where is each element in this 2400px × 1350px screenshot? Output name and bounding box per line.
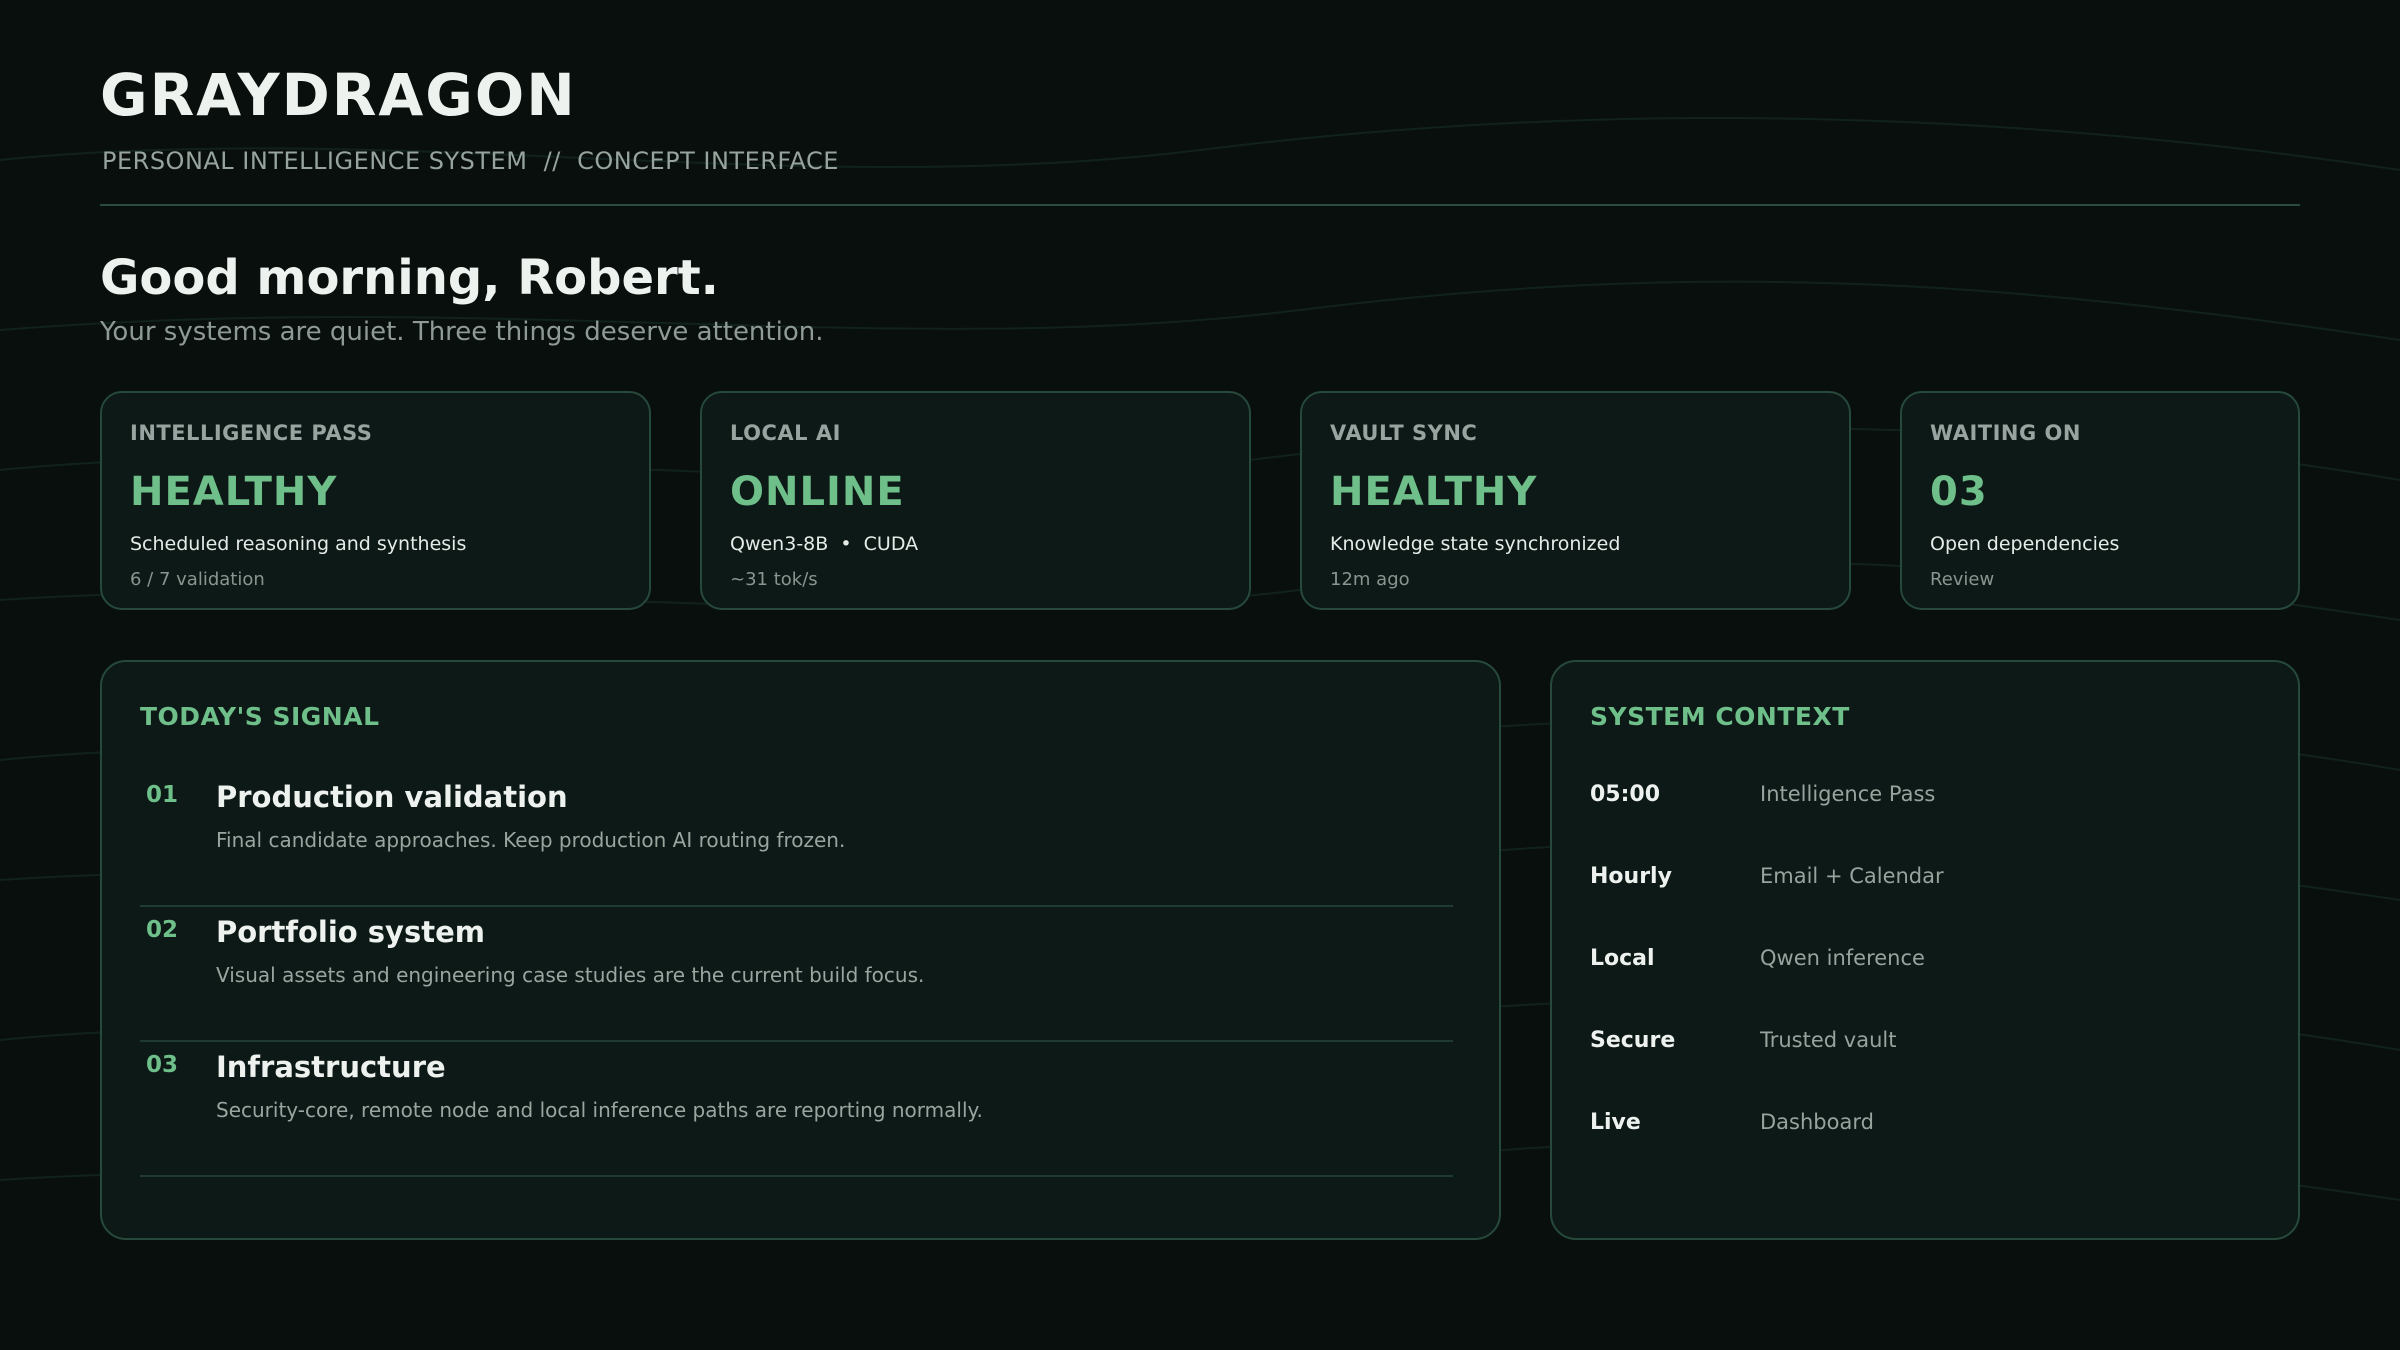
card-meta: ~31 tok/s <box>730 569 818 590</box>
context-row: 05:00 Intelligence Pass <box>1590 782 2270 822</box>
card-status: ONLINE <box>730 469 905 515</box>
context-key: Live <box>1590 1110 1641 1135</box>
card-label: LOCAL AI <box>730 421 841 445</box>
card-status: HEALTHY <box>130 469 338 515</box>
status-card-waiting-on[interactable]: WAITING ON 03 Open dependencies Review <box>1900 391 2300 610</box>
status-card-vault-sync[interactable]: VAULT SYNC HEALTHY Knowledge state synch… <box>1300 391 1851 610</box>
card-meta: 6 / 7 validation <box>130 569 265 590</box>
card-label: VAULT SYNC <box>1330 421 1478 445</box>
panel-title: TODAY'S SIGNAL <box>140 702 380 731</box>
signal-item[interactable]: 03 Infrastructure Security-core, remote … <box>140 1042 1453 1177</box>
context-key: 05:00 <box>1590 782 1661 807</box>
signal-title: Portfolio system <box>216 915 485 949</box>
card-description: Qwen3-8B • CUDA <box>730 533 919 555</box>
card-description: Scheduled reasoning and synthesis <box>130 533 467 555</box>
brand-title: GRAYDRAGON <box>100 61 577 129</box>
header-divider <box>100 204 2300 206</box>
context-key: Local <box>1590 946 1655 971</box>
todays-signal-panel: TODAY'S SIGNAL 01 Production validation … <box>100 660 1501 1240</box>
card-label: WAITING ON <box>1930 421 2081 445</box>
greeting-title: Good morning, Robert. <box>100 250 719 306</box>
signal-title: Production validation <box>216 780 568 814</box>
greeting-subtitle: Your systems are quiet. Three things des… <box>100 317 824 347</box>
card-meta: 12m ago <box>1330 569 1410 590</box>
status-card-intelligence-pass[interactable]: INTELLIGENCE PASS HEALTHY Scheduled reas… <box>100 391 651 610</box>
card-description: Knowledge state synchronized <box>1330 533 1621 555</box>
signal-description: Final candidate approaches. Keep product… <box>216 828 846 852</box>
context-value: Intelligence Pass <box>1760 782 1936 806</box>
context-key: Secure <box>1590 1028 1676 1053</box>
context-row: Local Qwen inference <box>1590 946 2270 986</box>
context-value: Dashboard <box>1760 1110 1874 1134</box>
signal-description: Visual assets and engineering case studi… <box>216 963 925 987</box>
signal-item[interactable]: 02 Portfolio system Visual assets and en… <box>140 907 1453 1042</box>
context-row: Secure Trusted vault <box>1590 1028 2270 1068</box>
brand-tagline: PERSONAL INTELLIGENCE SYSTEM // CONCEPT … <box>102 147 839 175</box>
signal-number: 03 <box>146 1052 179 1078</box>
context-value: Email + Calendar <box>1760 864 1944 888</box>
context-value: Trusted vault <box>1760 1028 1897 1052</box>
panel-title: SYSTEM CONTEXT <box>1590 702 1850 731</box>
card-description: Open dependencies <box>1930 533 2120 555</box>
context-row: Hourly Email + Calendar <box>1590 864 2270 904</box>
context-key: Hourly <box>1590 864 1672 889</box>
system-context-panel: SYSTEM CONTEXT 05:00 Intelligence Pass H… <box>1550 660 2300 1240</box>
context-value: Qwen inference <box>1760 946 1925 970</box>
signal-description: Security-core, remote node and local inf… <box>216 1098 983 1122</box>
status-card-local-ai[interactable]: LOCAL AI ONLINE Qwen3-8B • CUDA ~31 tok/… <box>700 391 1251 610</box>
signal-item[interactable]: 01 Production validation Final candidate… <box>140 772 1453 907</box>
card-label: INTELLIGENCE PASS <box>130 421 373 445</box>
card-status: HEALTHY <box>1330 469 1538 515</box>
context-row: Live Dashboard <box>1590 1110 2270 1150</box>
card-meta: Review <box>1930 569 1995 590</box>
card-status: 03 <box>1930 469 1988 515</box>
signal-number: 02 <box>146 917 179 943</box>
signal-title: Infrastructure <box>216 1050 446 1084</box>
dashboard-page: GRAYDRAGON PERSONAL INTELLIGENCE SYSTEM … <box>0 0 2400 1350</box>
signal-number: 01 <box>146 782 179 808</box>
